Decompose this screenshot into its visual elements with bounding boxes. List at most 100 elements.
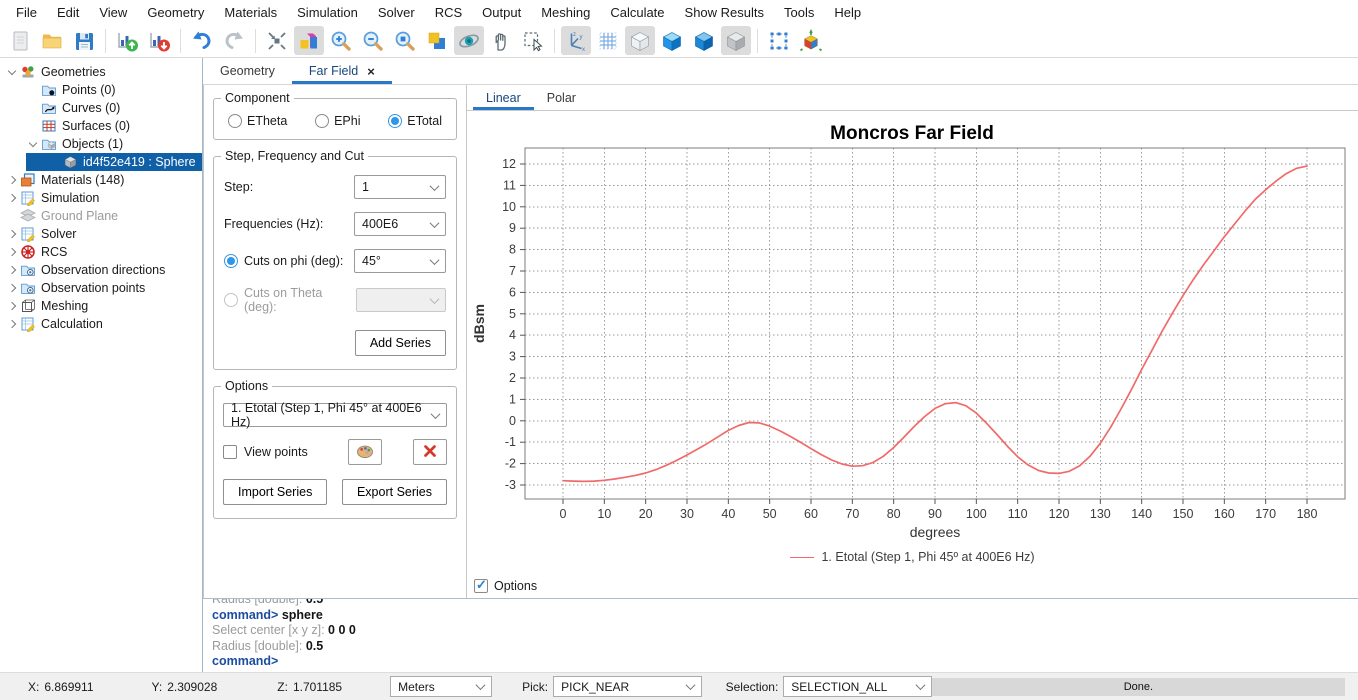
tree-item-materials-148[interactable]: Materials (148) [0,171,202,189]
shaded-view-button[interactable] [689,26,719,55]
menu-item-view[interactable]: View [89,5,137,20]
menu-item-meshing[interactable]: Meshing [531,5,600,20]
expand-arrow-icon[interactable] [4,298,20,314]
view-points-checkbox[interactable] [223,445,237,459]
tree-item-observation-directions[interactable]: Observation directions [0,261,202,279]
expand-arrow-icon[interactable] [4,244,20,260]
undo-button[interactable] [187,26,217,55]
radio-etotal[interactable]: ETotal [388,114,442,128]
menu-item-solver[interactable]: Solver [368,5,425,20]
expand-arrow-icon[interactable] [4,226,20,242]
menu-item-rcs[interactable]: RCS [425,5,472,20]
radio-ephi[interactable]: EPhi [315,114,360,128]
view-cube-button[interactable] [294,26,324,55]
cuts-phi-select[interactable]: 45° [354,249,446,273]
step-select[interactable]: 1 [354,175,446,199]
wireframe-view-button[interactable] [625,26,655,55]
tree-item-label: Observation points [41,281,145,295]
series-color-button[interactable] [348,439,382,465]
fit-view-button[interactable] [262,26,292,55]
command-console[interactable]: Radius [double]: 0.5command> sphereSelec… [203,598,1358,672]
selection-select[interactable]: SELECTION_ALL [783,676,931,697]
axes-button[interactable]: zyx [561,26,591,55]
expand-arrow-icon[interactable] [4,280,20,296]
tree-item-surfaces-0[interactable]: Surfaces (0) [0,117,202,135]
radio-etheta[interactable]: ETheta [228,114,287,128]
svg-text:6: 6 [509,285,516,299]
expand-arrow-icon[interactable] [4,262,20,278]
save-project-button[interactable] [69,26,99,55]
import-results-button[interactable] [112,26,142,55]
pan-button[interactable] [486,26,516,55]
tree-item-rcs[interactable]: RCS [0,243,202,261]
expand-arrow-icon[interactable] [25,136,41,152]
options-checkbox[interactable] [474,579,488,593]
tree-item-curves-0[interactable]: Curves (0) [0,99,202,117]
project-tree[interactable]: GeometriesPoints (0)Curves (0)Surfaces (… [0,58,203,672]
add-series-button[interactable]: Add Series [355,330,446,356]
bring-to-front-button[interactable] [422,26,452,55]
console-line: command> sphere [212,608,1358,624]
folder-curve-icon [41,100,57,116]
status-text: Done. [1124,681,1153,693]
tab-linear[interactable]: Linear [473,85,534,110]
expand-arrow-icon[interactable] [4,172,20,188]
tree-item-observation-points[interactable]: Observation points [0,279,202,297]
import-series-button[interactable]: Import Series [223,479,327,505]
solid-view-button[interactable] [657,26,687,55]
delete-series-button[interactable] [413,439,447,465]
open-project-button[interactable] [37,26,67,55]
tree-item-solver[interactable]: Solver [0,225,202,243]
frequencies-select[interactable]: 400E6 [354,212,446,236]
radio-etheta-control[interactable] [228,114,242,128]
chart-legend: 1. Etotal (Step 1, Phi 45º at 400E6 Hz) [467,545,1358,569]
expand-arrow-icon[interactable] [4,190,20,206]
tree-item-calculation[interactable]: Calculation [0,315,202,333]
menu-item-edit[interactable]: Edit [47,5,89,20]
units-select[interactable]: Meters [390,676,492,697]
menu-item-geometry[interactable]: Geometry [137,5,214,20]
tree-item-geometries[interactable]: Geometries [0,63,202,81]
geometries-icon [20,64,36,80]
export-results-button[interactable] [144,26,174,55]
redo-button[interactable] [219,26,249,55]
pick-select[interactable]: PICK_NEAR [553,676,701,697]
expand-arrow-icon[interactable] [4,316,20,332]
export-series-button[interactable]: Export Series [342,479,447,505]
close-tab-icon[interactable]: × [367,65,375,78]
tree-item-id4f52e419-sphere[interactable]: id4f52e419 : Sphere [0,153,202,171]
menu-item-file[interactable]: File [6,5,47,20]
tree-item-ground-plane[interactable]: Ground Plane [0,207,202,225]
tree-item-objects-1[interactable]: Objects (1) [0,135,202,153]
folder-cube-icon [41,136,57,152]
menu-item-show-results[interactable]: Show Results [675,5,774,20]
tree-item-meshing[interactable]: Meshing [0,297,202,315]
menu-item-simulation[interactable]: Simulation [287,5,368,20]
tree-item-simulation[interactable]: Simulation [0,189,202,207]
hidden-line-view-button[interactable] [721,26,751,55]
menu-item-materials[interactable]: Materials [214,5,287,20]
select-button[interactable] [518,26,548,55]
tree-item-points-0[interactable]: Points (0) [0,81,202,99]
new-project-button[interactable] [5,26,35,55]
tree-item-label: RCS [41,245,67,259]
expand-arrow-icon[interactable] [4,64,20,80]
menu-item-tools[interactable]: Tools [774,5,824,20]
grid-button[interactable] [593,26,623,55]
zoom-window-button[interactable] [390,26,420,55]
radio-etotal-control[interactable] [388,114,402,128]
cuts-phi-radio[interactable] [224,254,238,268]
orbit-rotate-button[interactable] [454,26,484,55]
tab-far-field[interactable]: Far Field × [292,58,392,84]
zoom-in-button[interactable] [326,26,356,55]
series-select[interactable]: 1. Etotal (Step 1, Phi 45° at 400E6 Hz) [223,403,447,427]
radio-ephi-control[interactable] [315,114,329,128]
menu-item-output[interactable]: Output [472,5,531,20]
menu-item-help[interactable]: Help [824,5,871,20]
menu-item-calculate[interactable]: Calculate [600,5,674,20]
selection-box-button[interactable] [764,26,794,55]
tab-geometry[interactable]: Geometry [203,58,292,84]
local-axes-button[interactable] [796,26,826,55]
tab-polar[interactable]: Polar [534,85,589,110]
zoom-out-button[interactable] [358,26,388,55]
